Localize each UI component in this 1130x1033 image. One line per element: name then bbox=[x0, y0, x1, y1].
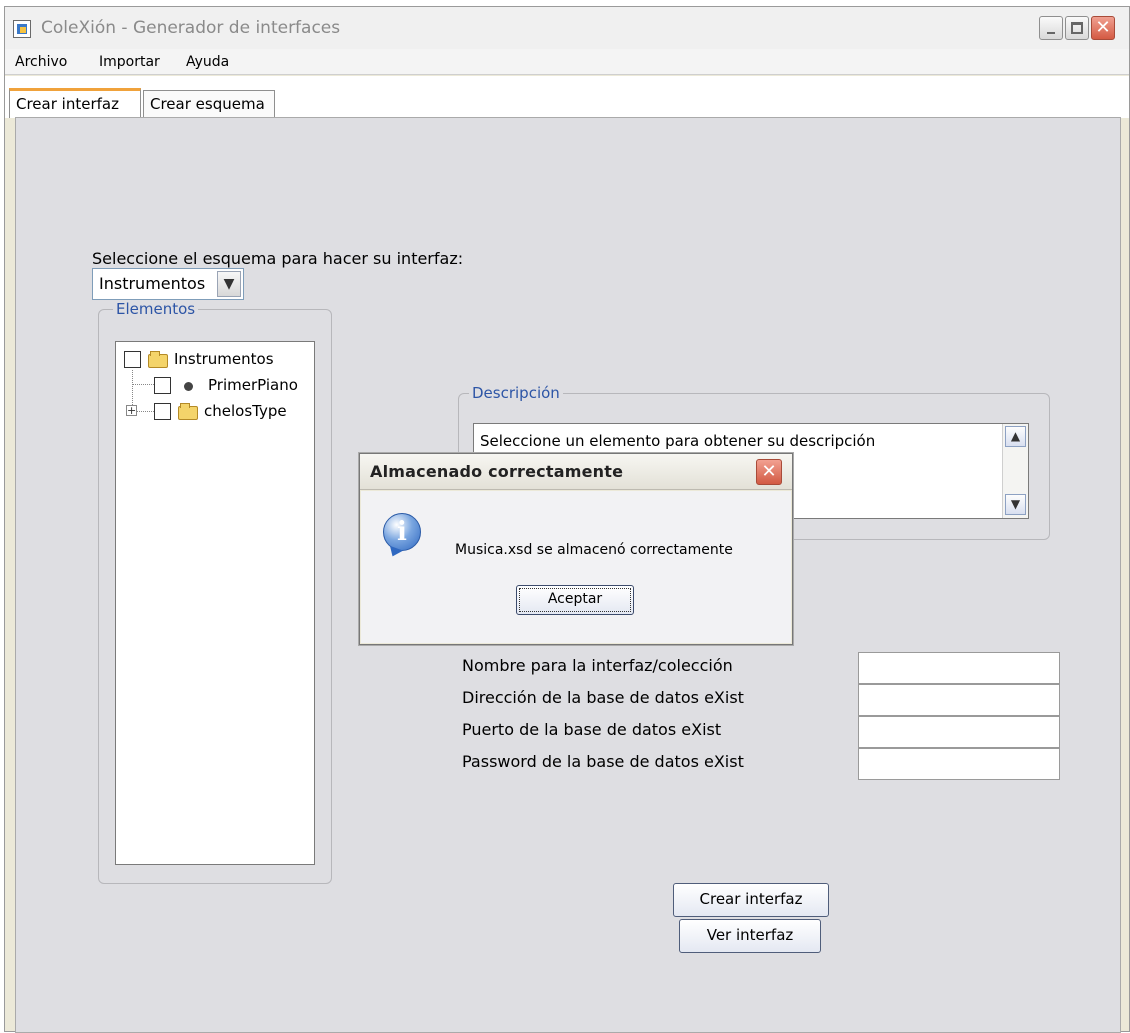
menu-bar: Archivo Importar Ayuda bbox=[5, 49, 1129, 75]
tree-item-instrumentos[interactable]: Instrumentos bbox=[124, 348, 309, 372]
descripcion-legend: Descripción bbox=[469, 384, 563, 402]
password-input[interactable] bbox=[858, 748, 1060, 780]
tree-checkbox[interactable] bbox=[124, 351, 141, 368]
schema-select-value: Instrumentos bbox=[99, 274, 206, 293]
scroll-down-icon[interactable]: ▼ bbox=[1005, 494, 1026, 515]
descripcion-text: Seleccione un elemento para obtener su d… bbox=[480, 432, 876, 450]
tab-crear-esquema[interactable]: Crear esquema bbox=[143, 90, 275, 118]
dialog-title-bar[interactable]: Almacenado correctamente ✕ bbox=[360, 454, 792, 490]
tree-item-primerpiano[interactable]: PrimerPiano bbox=[154, 374, 314, 398]
nombre-input[interactable] bbox=[858, 652, 1060, 684]
direccion-input[interactable] bbox=[858, 684, 1060, 716]
puerto-label: Puerto de la base de datos eXist bbox=[462, 720, 722, 739]
close-icon: ✕ bbox=[761, 461, 777, 482]
tree-item-chelostype[interactable]: chelosType bbox=[154, 400, 314, 424]
menu-ayuda[interactable]: Ayuda bbox=[186, 54, 229, 70]
minimize-icon bbox=[1047, 32, 1055, 34]
schema-select[interactable]: Instrumentos ▼ bbox=[92, 268, 244, 300]
tree-item-label: chelosType bbox=[204, 402, 287, 420]
dialog-message: Musica.xsd se almacenó correctamente bbox=[455, 542, 733, 558]
schema-select-label: Seleccione el esquema para hacer su inte… bbox=[92, 249, 464, 268]
tab-crear-interfaz[interactable]: Crear interfaz bbox=[9, 88, 141, 118]
folder-icon bbox=[178, 403, 198, 420]
tree-checkbox[interactable] bbox=[154, 377, 171, 394]
menu-importar[interactable]: Importar bbox=[99, 54, 160, 70]
elementos-fieldset: Elementos Instrumentos PrimerPiano + che… bbox=[98, 300, 332, 884]
info-icon: i bbox=[383, 513, 421, 551]
tree-item-label: PrimerPiano bbox=[208, 376, 298, 394]
direccion-label: Dirección de la base de datos eXist bbox=[462, 688, 744, 707]
leaf-node-icon bbox=[184, 382, 193, 391]
puerto-input[interactable] bbox=[858, 716, 1060, 748]
message-dialog: Almacenado correctamente ✕ i Musica.xsd … bbox=[359, 453, 793, 645]
title-bar[interactable]: ColeXión - Generador de interfaces ✕ bbox=[5, 7, 1129, 49]
app-window: ColeXión - Generador de interfaces ✕ Arc… bbox=[4, 6, 1130, 1033]
ver-interfaz-button[interactable]: Ver interfaz bbox=[679, 919, 821, 953]
java-cup-icon bbox=[13, 20, 31, 38]
menu-archivo[interactable]: Archivo bbox=[15, 54, 67, 70]
expand-plus-icon[interactable]: + bbox=[126, 405, 137, 416]
dialog-title: Almacenado correctamente bbox=[370, 462, 624, 481]
descripcion-scrollbar[interactable]: ▲ ▼ bbox=[1002, 424, 1028, 518]
minimize-button[interactable] bbox=[1039, 16, 1063, 40]
window-title: ColeXión - Generador de interfaces bbox=[41, 18, 341, 38]
maximize-button[interactable] bbox=[1065, 16, 1089, 40]
dialog-body: i Musica.xsd se almacenó correctamente A… bbox=[361, 491, 791, 643]
chevron-down-icon[interactable]: ▼ bbox=[217, 271, 241, 297]
crear-interfaz-button[interactable]: Crear interfaz bbox=[673, 883, 829, 917]
nombre-label: Nombre para la interfaz/colección bbox=[462, 656, 733, 675]
password-label: Password de la base de datos eXist bbox=[462, 752, 744, 771]
elementos-legend: Elementos bbox=[113, 300, 199, 318]
tab-bar: Crear interfaz Crear esquema bbox=[5, 76, 1129, 118]
folder-icon bbox=[148, 351, 168, 368]
scroll-up-icon[interactable]: ▲ bbox=[1005, 426, 1026, 447]
dialog-close-button[interactable]: ✕ bbox=[756, 459, 782, 485]
close-icon: ✕ bbox=[1095, 17, 1111, 38]
aceptar-button[interactable]: Aceptar bbox=[516, 585, 634, 615]
maximize-icon bbox=[1071, 22, 1083, 34]
tree-checkbox[interactable] bbox=[154, 403, 171, 420]
tree-connector bbox=[132, 384, 154, 385]
tree-connector bbox=[137, 411, 154, 412]
elements-tree[interactable]: Instrumentos PrimerPiano + chelosType bbox=[115, 341, 315, 865]
close-window-button[interactable]: ✕ bbox=[1091, 16, 1115, 40]
tree-item-label: Instrumentos bbox=[174, 350, 274, 368]
